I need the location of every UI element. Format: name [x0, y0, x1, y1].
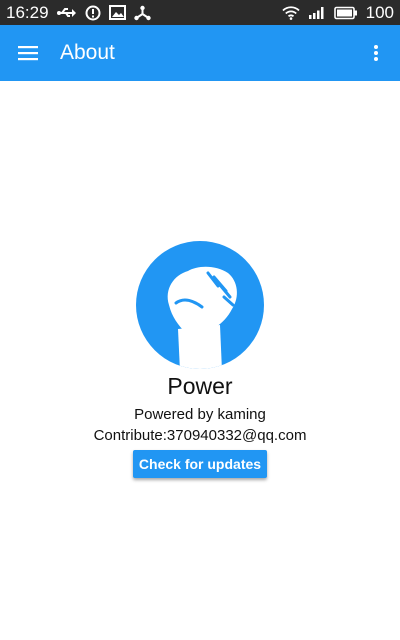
usb-icon [56, 6, 77, 20]
more-vertical-icon[interactable] [352, 25, 400, 81]
check-updates-button[interactable]: Check for updates [132, 450, 268, 478]
fist-logo-icon [136, 241, 264, 369]
image-icon [108, 5, 126, 20]
signal-icon [308, 6, 326, 20]
alert-icon [85, 5, 101, 21]
battery-icon [333, 6, 358, 20]
status-time: 16:29 [6, 2, 49, 22]
status-bar: 16:29 100 [0, 0, 400, 25]
wifi-icon [281, 5, 300, 20]
page-title: About [60, 41, 115, 64]
battery-level: 100 [365, 2, 394, 22]
app-bar: About [0, 25, 400, 81]
contact-email-text: Contribute:370940332@qq.com [93, 427, 307, 444]
share-icon [133, 5, 151, 21]
about-content: Power Powered by kaming Contribute:37094… [0, 81, 400, 640]
app-name: Power [167, 373, 233, 399]
powered-by-text: Powered by kaming [134, 406, 266, 423]
hamburger-menu-icon[interactable] [0, 25, 56, 81]
